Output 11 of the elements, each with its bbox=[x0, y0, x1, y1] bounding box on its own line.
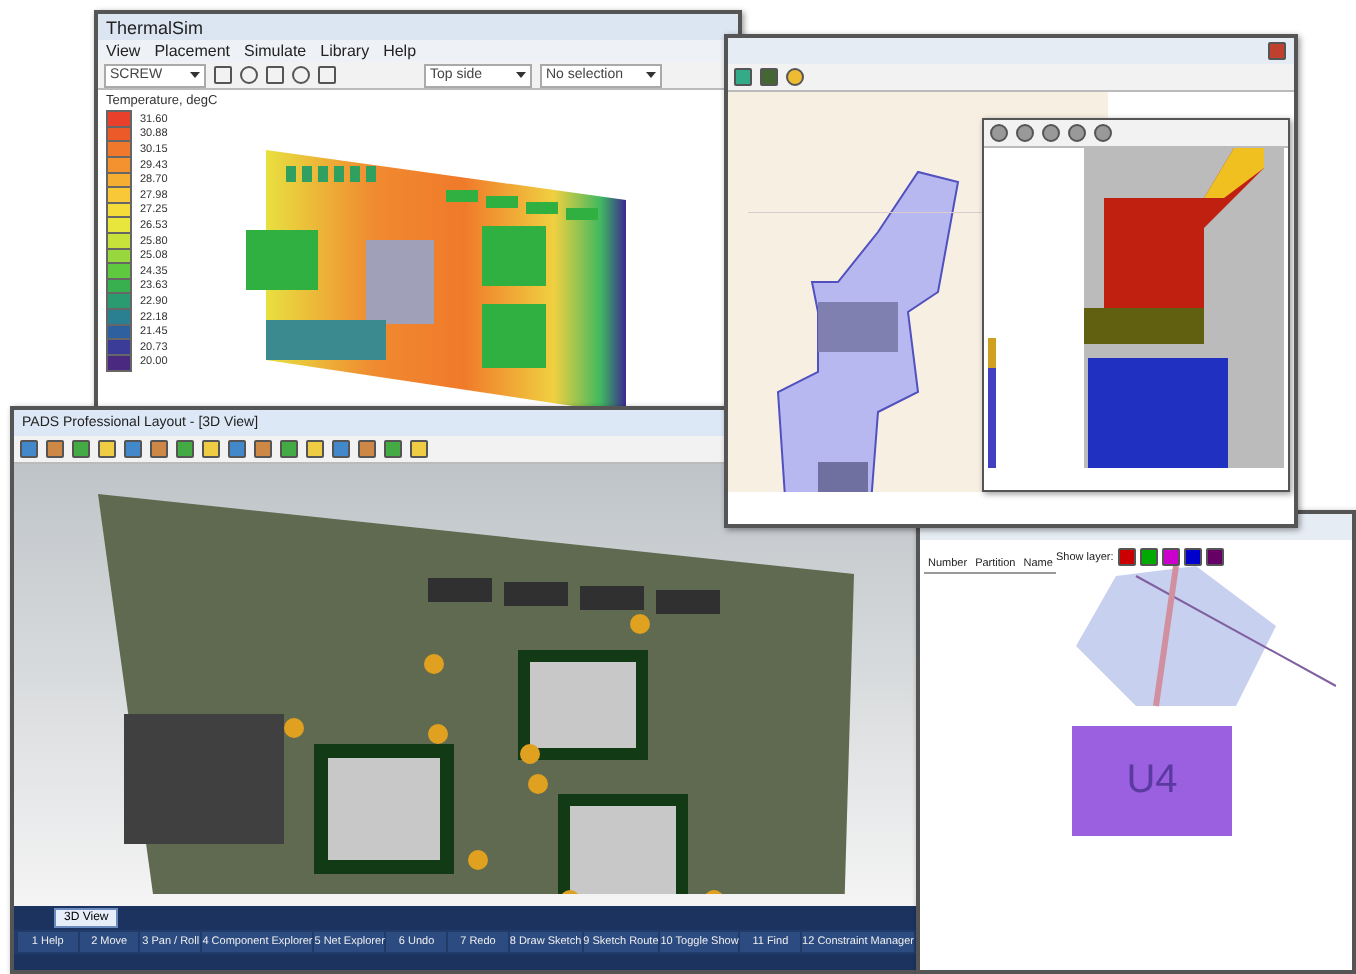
component-footprint: U4 bbox=[1072, 726, 1232, 836]
window-title: ThermalSim bbox=[106, 17, 204, 37]
caret-icon bbox=[190, 72, 200, 78]
menu-item[interactable]: Help bbox=[383, 42, 417, 60]
menu-item[interactable]: View bbox=[106, 42, 141, 60]
caret-icon bbox=[516, 72, 526, 78]
caret-icon bbox=[646, 72, 656, 78]
menu-item[interactable]: Simulate bbox=[244, 42, 307, 60]
menu-item[interactable]: Placement bbox=[154, 42, 230, 60]
help-icon[interactable] bbox=[786, 68, 804, 86]
menu-item[interactable]: Library bbox=[320, 42, 370, 60]
